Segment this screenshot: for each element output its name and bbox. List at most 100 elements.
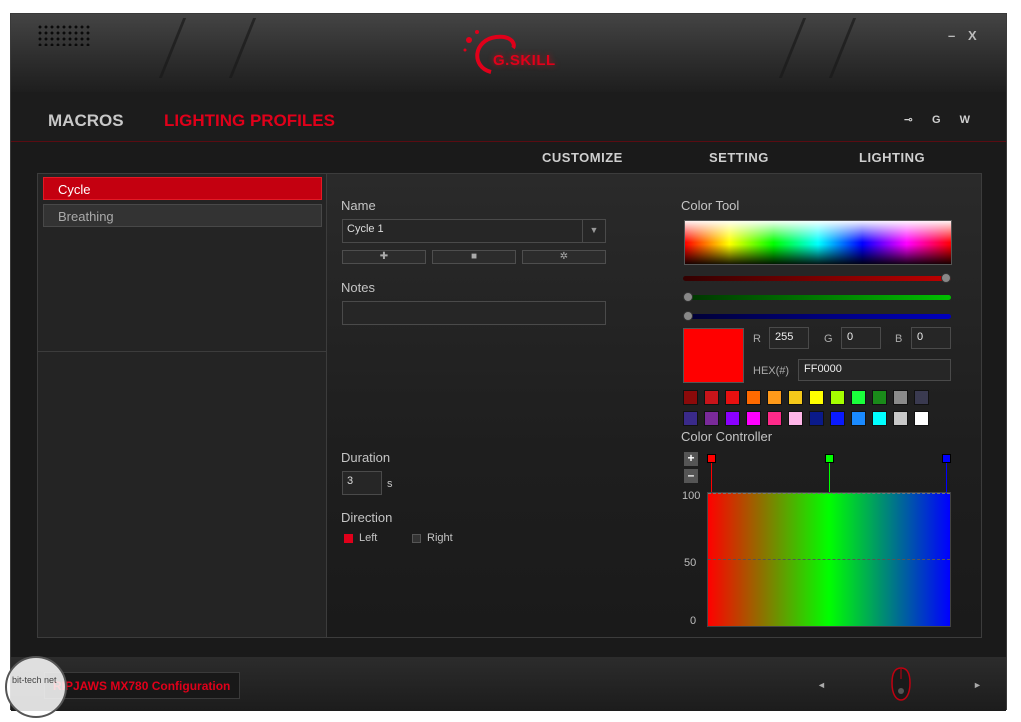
color-swatch[interactable]: [683, 390, 698, 405]
tab-macros[interactable]: MACROS: [48, 111, 124, 131]
color-swatch[interactable]: [872, 411, 887, 426]
delete-profile-button[interactable]: ■: [432, 250, 516, 264]
color-swatch[interactable]: [746, 411, 761, 426]
device-config-label: RIPJAWS MX780 Configuration: [44, 672, 240, 699]
y-axis-0: 0: [690, 615, 697, 627]
hex-label: HEX(#): [753, 365, 790, 377]
name-label: Name: [341, 198, 376, 213]
color-gradient-bar: [707, 492, 951, 627]
blue-slider-knob[interactable]: [683, 311, 693, 321]
color-spectrum-picker[interactable]: [684, 220, 952, 265]
red-slider[interactable]: [683, 273, 951, 283]
color-swatch[interactable]: [851, 411, 866, 426]
subtab-customize[interactable]: CUSTOMIZE: [542, 150, 623, 165]
b-field[interactable]: 0: [911, 327, 951, 349]
color-swatch[interactable]: [872, 390, 887, 405]
color-swatch[interactable]: [683, 411, 698, 426]
direction-right-radio[interactable]: [412, 534, 421, 543]
color-swatch[interactable]: [809, 411, 824, 426]
brand-text: G.SKILL: [493, 52, 556, 69]
previous-device-arrow[interactable]: ◄: [817, 680, 826, 690]
direction-label: Direction: [341, 510, 393, 525]
header-decor: [158, 18, 187, 78]
hex-field[interactable]: FF0000: [798, 359, 951, 381]
remove-stop-button[interactable]: –: [684, 469, 698, 483]
g-label: G: [824, 333, 833, 345]
name-dropdown[interactable]: Cycle 1 ▼: [342, 219, 606, 243]
level-100-line: [708, 493, 950, 494]
color-stop-marker[interactable]: [825, 454, 834, 463]
green-slider-knob[interactable]: [683, 292, 693, 302]
color-controller-title: Color Controller: [681, 429, 773, 444]
color-swatch[interactable]: [893, 390, 908, 405]
direction-left-radio[interactable]: [344, 534, 353, 543]
color-controller-graph[interactable]: [707, 454, 951, 627]
profile-icons[interactable]: ⊸ G W: [904, 113, 978, 126]
name-value: Cycle 1: [347, 223, 384, 235]
color-swatch[interactable]: [704, 390, 719, 405]
blue-slider[interactable]: [683, 311, 951, 321]
color-stop-marker[interactable]: [942, 454, 951, 463]
green-slider[interactable]: [683, 292, 951, 302]
color-swatch[interactable]: [767, 411, 782, 426]
direction-right-label[interactable]: Right: [427, 532, 453, 544]
color-swatch[interactable]: [893, 411, 908, 426]
next-device-arrow[interactable]: ►: [973, 680, 982, 690]
color-swatch[interactable]: [725, 411, 740, 426]
color-stop-marker[interactable]: [707, 454, 716, 463]
profile-list-panel: Cycle Breathing: [37, 173, 327, 638]
profile-settings-button[interactable]: ✲: [522, 250, 606, 264]
header-decor: [828, 18, 857, 78]
color-swatch[interactable]: [788, 390, 803, 405]
trash-icon: ■: [470, 251, 478, 262]
color-swatch[interactable]: [830, 390, 845, 405]
tab-lighting-profiles[interactable]: LIGHTING PROFILES: [164, 111, 335, 131]
color-swatch[interactable]: [725, 390, 740, 405]
color-stop-stem: [946, 463, 947, 492]
color-swatch[interactable]: [830, 411, 845, 426]
header-decor: [778, 18, 807, 78]
top-header: G.SKILL – X: [11, 14, 1006, 92]
color-swatch[interactable]: [704, 411, 719, 426]
b-label: B: [895, 333, 903, 345]
g-field[interactable]: 0: [841, 327, 881, 349]
color-stop-stem: [829, 463, 830, 492]
level-50-line: [708, 559, 950, 560]
r-label: R: [753, 333, 761, 345]
profile-item-breathing[interactable]: Breathing: [43, 204, 322, 227]
y-axis-50: 50: [684, 557, 697, 569]
color-swatch[interactable]: [851, 390, 866, 405]
mouse-icon[interactable]: [891, 667, 911, 701]
nav-divider: [11, 141, 1006, 142]
panel-divider: [38, 351, 326, 352]
chevron-down-icon[interactable]: ▼: [582, 220, 605, 242]
color-swatch[interactable]: [914, 411, 929, 426]
duration-label: Duration: [341, 450, 391, 465]
color-swatch[interactable]: [788, 411, 803, 426]
color-swatch[interactable]: [914, 390, 929, 405]
header-decor: [228, 18, 257, 78]
duration-field[interactable]: 3: [342, 471, 382, 495]
speaker-grille: [37, 24, 91, 46]
close-button[interactable]: X: [968, 28, 977, 43]
color-swatch[interactable]: [767, 390, 782, 405]
bit-tech-watermark: bit-tech net: [5, 656, 67, 718]
footer-bar: RIPJAWS MX780 Configuration ◄ ►: [11, 657, 1006, 711]
minimize-button[interactable]: –: [948, 28, 955, 43]
notes-field[interactable]: [342, 301, 606, 325]
add-profile-button[interactable]: ✚: [342, 250, 426, 264]
color-swatch[interactable]: [809, 390, 824, 405]
color-stop-stem: [711, 463, 712, 492]
subtab-setting[interactable]: SETTING: [709, 150, 769, 165]
direction-left-label[interactable]: Left: [359, 532, 377, 544]
app-window: G.SKILL – X MACROS LIGHTING PROFILES ⊸ G…: [10, 13, 1007, 711]
gskill-logo: G.SKILL: [461, 22, 571, 82]
current-color-preview: [683, 328, 744, 383]
profile-item-cycle[interactable]: Cycle: [43, 177, 322, 200]
add-stop-button[interactable]: +: [684, 452, 698, 466]
color-tool-title: Color Tool: [681, 198, 740, 213]
color-swatch[interactable]: [746, 390, 761, 405]
r-field[interactable]: 255: [769, 327, 809, 349]
subtab-lighting[interactable]: LIGHTING: [859, 150, 925, 165]
red-slider-knob[interactable]: [941, 273, 951, 283]
